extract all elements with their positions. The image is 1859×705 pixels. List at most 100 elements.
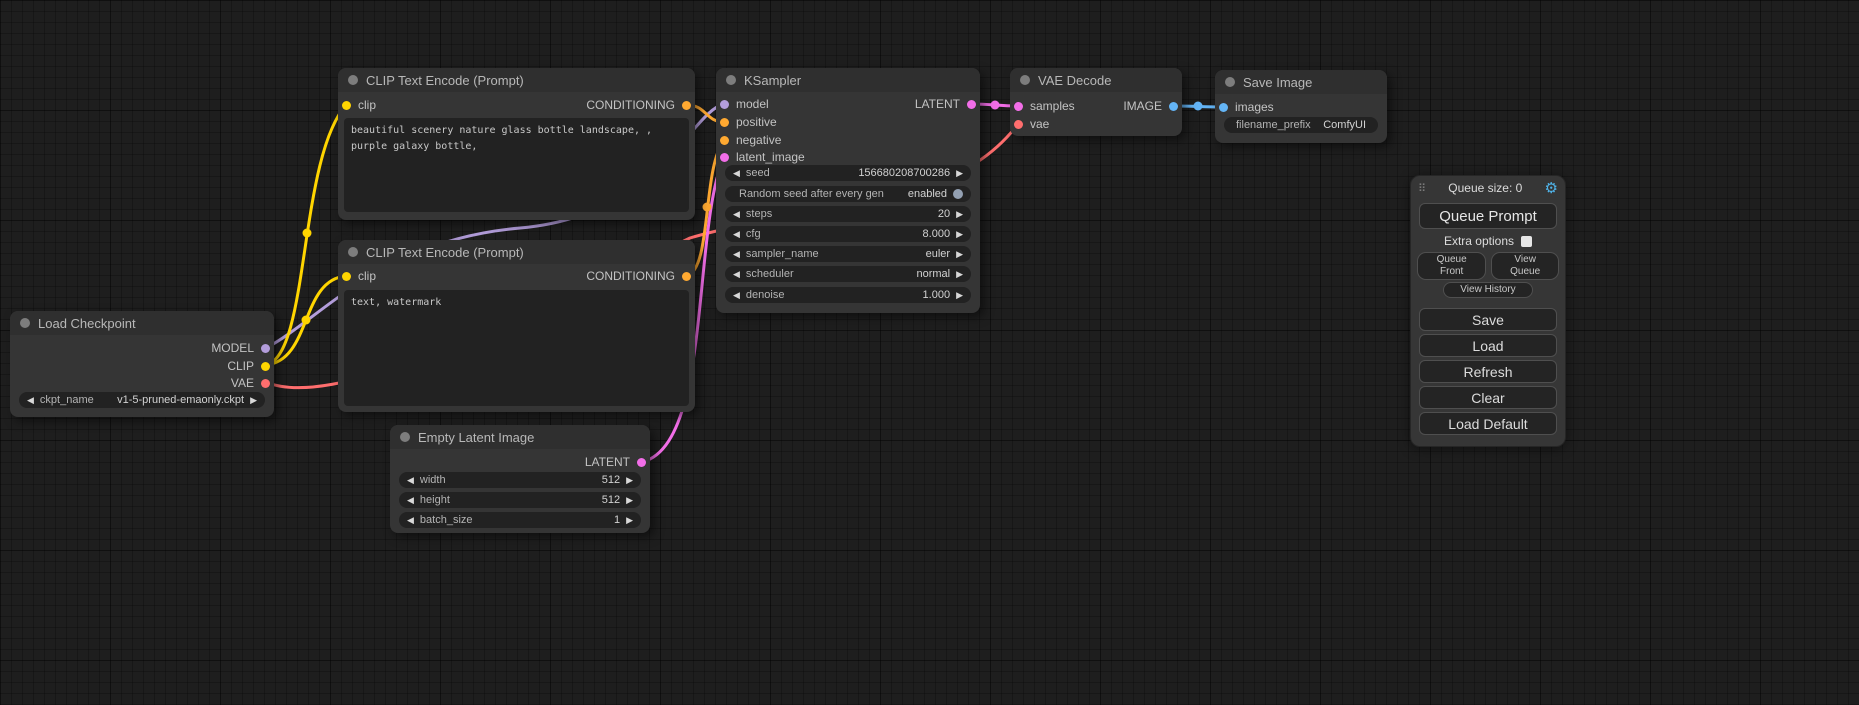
node-header[interactable]: KSampler [716, 68, 980, 92]
input-label: negative [736, 133, 781, 147]
input-port-clip[interactable] [342, 101, 351, 110]
increment-arrow-icon[interactable]: ▶ [956, 250, 963, 259]
collapse-toggle-icon[interactable] [348, 75, 358, 85]
collapse-toggle-icon[interactable] [1020, 75, 1030, 85]
view-queue-button[interactable]: View Queue [1491, 252, 1559, 280]
node-header[interactable]: CLIP Text Encode (Prompt) [338, 240, 695, 264]
decrement-arrow-icon[interactable]: ◀ [733, 169, 740, 178]
node-clip-text-encode-positive[interactable]: CLIP Text Encode (Prompt) clip CONDITION… [338, 68, 695, 220]
node-header[interactable]: VAE Decode [1010, 68, 1182, 92]
ckpt-name-widget[interactable]: ◀ ckpt_name v1-5-pruned-emaonly.ckpt ▶ [19, 392, 265, 408]
output-slot-image: IMAGE [1123, 97, 1178, 115]
widget-label: filename_prefix [1236, 119, 1311, 131]
node-header[interactable]: Empty Latent Image [390, 425, 650, 449]
decrement-arrow-icon[interactable]: ◀ [27, 396, 34, 405]
decrement-arrow-icon[interactable]: ◀ [733, 291, 740, 300]
node-title: CLIP Text Encode (Prompt) [366, 245, 524, 260]
random-seed-toggle[interactable]: Random seed after every gen enabled [725, 186, 971, 202]
input-port-negative[interactable] [720, 136, 729, 145]
output-port-clip[interactable] [261, 362, 270, 371]
prompt-textarea[interactable]: beautiful scenery nature glass bottle la… [344, 118, 689, 212]
output-port-latent[interactable] [637, 458, 646, 467]
save-button[interactable]: Save [1419, 308, 1557, 331]
queue-prompt-button[interactable]: Queue Prompt [1419, 203, 1557, 229]
increment-arrow-icon[interactable]: ▶ [956, 270, 963, 279]
increment-arrow-icon[interactable]: ▶ [626, 476, 633, 485]
batch-size-widget[interactable]: ◀ batch_size 1 ▶ [399, 512, 641, 528]
view-history-button[interactable]: View History [1443, 282, 1532, 298]
refresh-button[interactable]: Refresh [1419, 360, 1557, 383]
node-empty-latent-image[interactable]: Empty Latent Image LATENT ◀ width 512 ▶ … [390, 425, 650, 533]
collapse-toggle-icon[interactable] [348, 247, 358, 257]
wire-clip-to-positive [266, 105, 346, 365]
cfg-widget[interactable]: ◀ cfg 8.000 ▶ [725, 226, 971, 242]
node-vae-decode[interactable]: VAE Decode samples IMAGE vae [1010, 68, 1182, 136]
extra-options-checkbox[interactable] [1521, 236, 1532, 247]
node-load-checkpoint[interactable]: Load Checkpoint MODEL CLIP VAE ◀ ckpt_na… [10, 311, 274, 417]
input-port-latent-image[interactable] [720, 153, 729, 162]
collapse-toggle-icon[interactable] [726, 75, 736, 85]
collapse-toggle-icon[interactable] [1225, 77, 1235, 87]
increment-arrow-icon[interactable]: ▶ [956, 230, 963, 239]
steps-widget[interactable]: ◀ steps 20 ▶ [725, 206, 971, 222]
output-label: LATENT [585, 455, 630, 469]
decrement-arrow-icon[interactable]: ◀ [733, 210, 740, 219]
decrement-arrow-icon[interactable]: ◀ [733, 230, 740, 239]
output-port-latent[interactable] [967, 100, 976, 109]
decrement-arrow-icon[interactable]: ◀ [733, 270, 740, 279]
widget-label: seed [746, 167, 770, 179]
output-port-conditioning[interactable] [682, 101, 691, 110]
filename-prefix-widget[interactable]: filename_prefix ComfyUI [1224, 117, 1378, 133]
increment-arrow-icon[interactable]: ▶ [250, 396, 257, 405]
input-port-clip[interactable] [342, 272, 351, 281]
node-ksampler[interactable]: KSampler model LATENT positive negative … [716, 68, 980, 313]
sampler-name-widget[interactable]: ◀ sampler_name euler ▶ [725, 246, 971, 262]
seed-widget[interactable]: ◀ seed 156680208700286 ▶ [725, 165, 971, 181]
node-clip-text-encode-negative[interactable]: CLIP Text Encode (Prompt) clip CONDITION… [338, 240, 695, 412]
clear-button[interactable]: Clear [1419, 386, 1557, 409]
height-widget[interactable]: ◀ height 512 ▶ [399, 492, 641, 508]
node-header[interactable]: Save Image [1215, 70, 1387, 94]
input-port-images[interactable] [1219, 103, 1228, 112]
input-port-model[interactable] [720, 100, 729, 109]
output-label: CONDITIONING [586, 269, 675, 283]
increment-arrow-icon[interactable]: ▶ [626, 496, 633, 505]
toggle-knob-icon[interactable] [953, 189, 963, 199]
drag-handle-icon[interactable]: ⠿ [1418, 182, 1426, 195]
node-save-image[interactable]: Save Image images filename_prefix ComfyU… [1215, 70, 1387, 143]
increment-arrow-icon[interactable]: ▶ [956, 291, 963, 300]
node-header[interactable]: CLIP Text Encode (Prompt) [338, 68, 695, 92]
input-slot-samples: samples [1014, 97, 1075, 115]
prompt-textarea[interactable]: text, watermark [344, 290, 689, 406]
input-slot-latent-image: latent_image [720, 148, 805, 166]
decrement-arrow-icon[interactable]: ◀ [407, 476, 414, 485]
increment-arrow-icon[interactable]: ▶ [626, 516, 633, 525]
load-default-button[interactable]: Load Default [1419, 412, 1557, 435]
scheduler-widget[interactable]: ◀ scheduler normal ▶ [725, 266, 971, 282]
widget-label: denoise [746, 289, 785, 301]
output-port-conditioning[interactable] [682, 272, 691, 281]
decrement-arrow-icon[interactable]: ◀ [407, 516, 414, 525]
load-button[interactable]: Load [1419, 334, 1557, 357]
input-port-vae[interactable] [1014, 120, 1023, 129]
increment-arrow-icon[interactable]: ▶ [956, 210, 963, 219]
settings-gear-icon[interactable]: ⚙ [1545, 179, 1558, 197]
width-widget[interactable]: ◀ width 512 ▶ [399, 472, 641, 488]
collapse-toggle-icon[interactable] [400, 432, 410, 442]
decrement-arrow-icon[interactable]: ◀ [733, 250, 740, 259]
node-title: CLIP Text Encode (Prompt) [366, 73, 524, 88]
queue-front-button[interactable]: Queue Front [1417, 252, 1486, 280]
input-port-positive[interactable] [720, 118, 729, 127]
increment-arrow-icon[interactable]: ▶ [956, 169, 963, 178]
output-port-image[interactable] [1169, 102, 1178, 111]
decrement-arrow-icon[interactable]: ◀ [407, 496, 414, 505]
denoise-widget[interactable]: ◀ denoise 1.000 ▶ [725, 287, 971, 303]
output-port-vae[interactable] [261, 379, 270, 388]
input-port-samples[interactable] [1014, 102, 1023, 111]
node-header[interactable]: Load Checkpoint [10, 311, 274, 335]
widget-value: 512 [602, 494, 620, 506]
node-title: VAE Decode [1038, 73, 1111, 88]
extra-options-label: Extra options [1444, 234, 1514, 248]
output-port-model[interactable] [261, 344, 270, 353]
collapse-toggle-icon[interactable] [20, 318, 30, 328]
